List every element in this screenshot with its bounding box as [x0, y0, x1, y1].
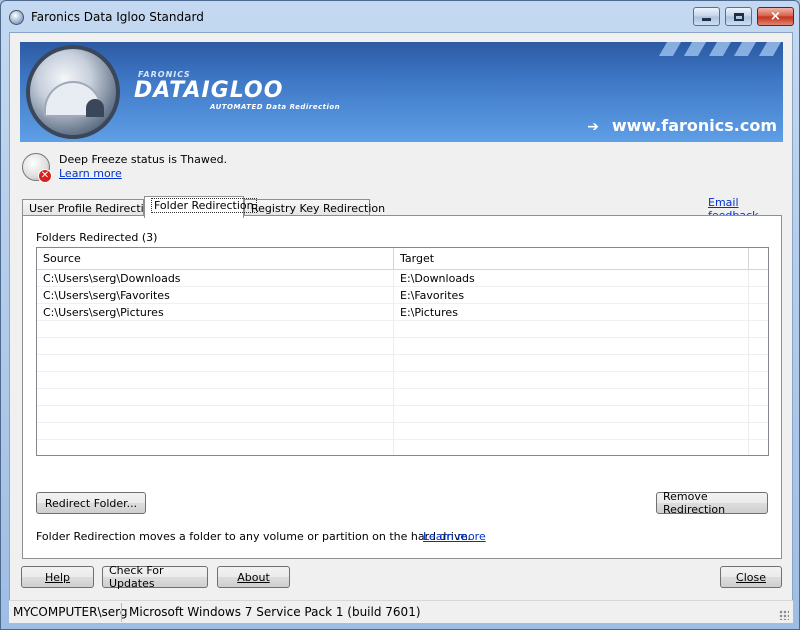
- empty-row: [37, 389, 768, 406]
- close-icon: ×: [770, 9, 781, 24]
- check-for-updates-button[interactable]: Check For Updates: [102, 564, 208, 590]
- status-separator: [121, 603, 122, 622]
- empty-row: [37, 440, 768, 455]
- table-row[interactable]: C:\Users\serg\Pictures E:\Pictures: [37, 304, 768, 321]
- help-button[interactable]: Help: [21, 566, 94, 588]
- check-for-updates-label: Check For Updates: [109, 564, 164, 590]
- app-window: Faronics Data Igloo Standard × FARONICS …: [0, 0, 800, 630]
- tab-label: Registry Key Redirection: [251, 202, 386, 215]
- tab-label: User Profile Redirection: [29, 202, 158, 215]
- status-os-version: Microsoft Windows 7 Service Pack 1 (buil…: [129, 605, 421, 619]
- arrow-icon: ➔: [587, 119, 599, 135]
- help-button-label: Help: [44, 570, 71, 584]
- source-cell: C:\Users\serg\Downloads: [37, 270, 394, 287]
- status-user: MYCOMPUTER\serg: [13, 605, 128, 619]
- deep-freeze-learn-more-link[interactable]: Learn more: [59, 167, 122, 180]
- igloo-logo-icon: [26, 45, 120, 139]
- folder-redirection-panel: Folders Redirected (3) Source Target C:\…: [22, 215, 782, 559]
- client-area: FARONICS DATAIGLOO AUTOMATED Data Redire…: [9, 32, 793, 601]
- brand-tagline: AUTOMATED Data Redirection: [210, 103, 341, 111]
- brand-product: DATAIGLOO: [134, 78, 284, 103]
- banner-stripes: [652, 42, 782, 59]
- source-cell: C:\Users\serg\Favorites: [37, 287, 394, 304]
- app-icon: [9, 10, 24, 25]
- target-cell: E:\Downloads: [394, 270, 749, 287]
- empty-row: [37, 321, 768, 338]
- table-header: Source Target: [37, 248, 768, 270]
- tab-label: Folder Redirection: [151, 198, 257, 213]
- column-header-filler: [749, 248, 768, 270]
- header-banner: FARONICS DATAIGLOO AUTOMATED Data Redire…: [20, 42, 783, 142]
- brand-website: www.faronics.com: [611, 116, 777, 135]
- window-title: Faronics Data Igloo Standard: [31, 10, 204, 24]
- status-bar: MYCOMPUTER\serg Microsoft Windows 7 Serv…: [9, 600, 793, 623]
- maximize-icon: [733, 12, 744, 21]
- remove-redirection-button[interactable]: Remove Redirection: [656, 490, 768, 516]
- maximize-button[interactable]: [725, 7, 752, 26]
- column-header-target[interactable]: Target: [394, 248, 749, 270]
- folder-redirection-learn-more-link[interactable]: Learn more: [423, 530, 486, 543]
- source-cell: C:\Users\serg\Pictures: [37, 304, 394, 321]
- deep-freeze-status: Deep Freeze status is Thawed.: [59, 153, 228, 166]
- table-row[interactable]: C:\Users\serg\Favorites E:\Favorites: [37, 287, 768, 304]
- empty-row: [37, 406, 768, 423]
- about-button[interactable]: About: [217, 566, 290, 588]
- target-cell: E:\Favorites: [394, 287, 749, 304]
- redirect-folder-button[interactable]: Redirect Folder...: [36, 492, 146, 514]
- window-close-button[interactable]: ×: [757, 7, 794, 26]
- about-button-label: About: [237, 570, 270, 584]
- minimize-button[interactable]: [693, 7, 720, 26]
- empty-row: [37, 372, 768, 389]
- error-x-icon: ✕: [38, 169, 52, 183]
- minimize-icon: [702, 18, 711, 21]
- close-button[interactable]: Close: [720, 566, 782, 588]
- empty-row: [37, 355, 768, 372]
- folder-redirection-description: Folder Redirection moves a folder to any…: [36, 530, 471, 543]
- close-button-label: Close: [736, 570, 766, 584]
- folders-table[interactable]: Source Target C:\Users\serg\Downloads E:…: [36, 247, 769, 456]
- target-cell: E:\Pictures: [394, 304, 749, 321]
- column-header-source[interactable]: Source: [37, 248, 394, 270]
- title-bar[interactable]: Faronics Data Igloo Standard ×: [1, 1, 799, 33]
- table-body: C:\Users\serg\Downloads E:\Downloads C:\…: [37, 270, 768, 455]
- empty-row: [37, 423, 768, 440]
- empty-row: [37, 338, 768, 355]
- tab-folder-redirection[interactable]: Folder Redirection: [144, 196, 257, 218]
- resize-grip-icon[interactable]: [779, 610, 789, 620]
- table-row[interactable]: C:\Users\serg\Downloads E:\Downloads: [37, 270, 768, 287]
- folders-redirected-heading: Folders Redirected (3): [36, 231, 158, 244]
